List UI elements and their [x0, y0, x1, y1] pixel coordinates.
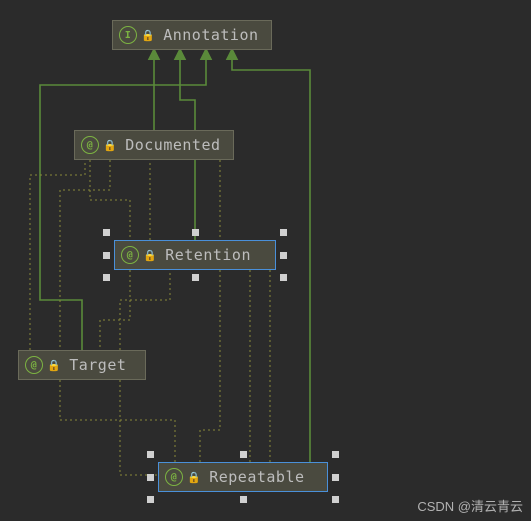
resize-handle[interactable] [192, 274, 199, 281]
node-repeatable[interactable]: @ 🔒 Repeatable [158, 462, 328, 492]
resize-handle[interactable] [103, 252, 110, 259]
node-label: Documented [125, 136, 220, 154]
node-documented[interactable]: @ 🔒 Documented [74, 130, 234, 160]
resize-handle[interactable] [280, 274, 287, 281]
diagram-canvas[interactable]: { "nodes": { "annotation": { "label": "A… [0, 0, 531, 521]
resize-handle[interactable] [103, 229, 110, 236]
resize-handle[interactable] [332, 474, 339, 481]
annotation-icon: @ [121, 246, 139, 264]
dependency-edge [100, 270, 130, 350]
dependency-edge [30, 160, 85, 350]
interface-icon: I [119, 26, 137, 44]
inheritance-edge [40, 50, 206, 350]
resize-handle[interactable] [280, 229, 287, 236]
lock-icon: 🔒 [47, 359, 61, 372]
resize-handle[interactable] [147, 451, 154, 458]
resize-handle[interactable] [192, 229, 199, 236]
node-label: Retention [165, 246, 251, 264]
node-target[interactable]: @ 🔒 Target [18, 350, 146, 380]
watermark: CSDN @清云青云 [417, 496, 523, 515]
resize-handle[interactable] [103, 274, 110, 281]
resize-handle[interactable] [280, 252, 287, 259]
resize-handle[interactable] [147, 496, 154, 503]
node-label: Target [69, 356, 126, 374]
node-annotation[interactable]: I 🔒 Annotation [112, 20, 272, 50]
dependency-edge [60, 380, 175, 462]
annotation-icon: @ [165, 468, 183, 486]
lock-icon: 🔒 [141, 29, 155, 42]
lock-icon: 🔒 [187, 471, 201, 484]
resize-handle[interactable] [147, 474, 154, 481]
node-retention[interactable]: @ 🔒 Retention [114, 240, 276, 270]
resize-handle[interactable] [240, 451, 247, 458]
node-label: Annotation [163, 26, 258, 44]
resize-handle[interactable] [332, 451, 339, 458]
lock-icon: 🔒 [143, 249, 157, 262]
lock-icon: 🔒 [103, 139, 117, 152]
resize-handle[interactable] [332, 496, 339, 503]
dependency-edge [200, 160, 220, 462]
annotation-icon: @ [81, 136, 99, 154]
annotation-icon: @ [25, 356, 43, 374]
dependency-edge [120, 380, 175, 475]
dependency-edge [120, 270, 170, 350]
node-label: Repeatable [209, 468, 304, 486]
dependency-edge [60, 160, 110, 350]
resize-handle[interactable] [240, 496, 247, 503]
